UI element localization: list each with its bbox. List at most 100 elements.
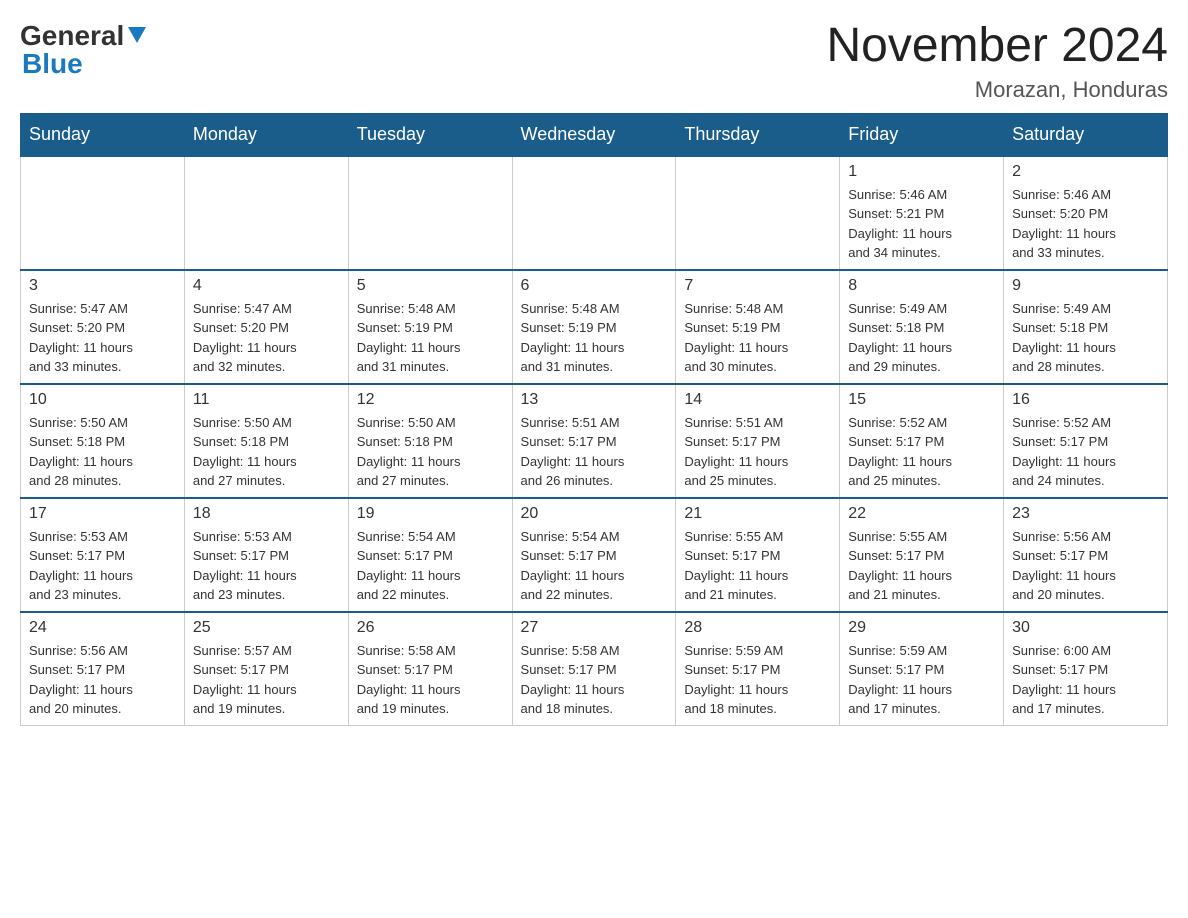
day-info: Sunrise: 5:54 AM Sunset: 5:17 PM Dayligh…: [521, 527, 668, 605]
day-info: Sunrise: 5:50 AM Sunset: 5:18 PM Dayligh…: [357, 413, 504, 491]
day-number: 24: [29, 619, 176, 637]
day-info: Sunrise: 5:51 AM Sunset: 5:17 PM Dayligh…: [521, 413, 668, 491]
day-info: Sunrise: 5:57 AM Sunset: 5:17 PM Dayligh…: [193, 641, 340, 719]
table-row: 5 Sunrise: 5:48 AM Sunset: 5:19 PM Daylig…: [348, 270, 512, 384]
table-row: 6 Sunrise: 5:48 AM Sunset: 5:19 PM Daylig…: [512, 270, 676, 384]
day-info: Sunrise: 5:52 AM Sunset: 5:17 PM Dayligh…: [848, 413, 995, 491]
day-number: 22: [848, 505, 995, 523]
header-wednesday: Wednesday: [512, 113, 676, 156]
table-row: 29Sunrise: 5:59 AM Sunset: 5:17 PM Dayli…: [840, 612, 1004, 726]
day-number: 12: [357, 391, 504, 409]
calendar-header: Sunday Monday Tuesday Wednesday Thursday…: [21, 113, 1168, 156]
day-number: 21: [684, 505, 831, 523]
day-info: Sunrise: 5:48 AM Sunset: 5:19 PM Dayligh…: [684, 299, 831, 377]
header-saturday: Saturday: [1004, 113, 1168, 156]
day-info: Sunrise: 5:48 AM Sunset: 5:19 PM Dayligh…: [521, 299, 668, 377]
day-number: 13: [521, 391, 668, 409]
day-number: 20: [521, 505, 668, 523]
day-number: 16: [1012, 391, 1159, 409]
day-number: 8: [848, 277, 995, 295]
day-info: Sunrise: 5:47 AM Sunset: 5:20 PM Dayligh…: [193, 299, 340, 377]
table-row: 23 Sunrise: 5:56 AM Sunset: 5:17 PM Dayli…: [1004, 498, 1168, 612]
header-monday: Monday: [184, 113, 348, 156]
day-number: 30: [1012, 619, 1159, 637]
title-area: November 2024 Morazan, Honduras: [826, 20, 1168, 103]
calendar-week-row: 10 Sunrise: 5:50 AM Sunset: 5:18 PM Dayli…: [21, 384, 1168, 498]
table-row: [21, 156, 185, 270]
calendar-body: 1Sunrise: 5:46 AM Sunset: 5:21 PM Daylig…: [21, 156, 1168, 726]
table-row: 30 Sunrise: 6:00 AM Sunset: 5:17 PM Dayli…: [1004, 612, 1168, 726]
day-number: 3: [29, 277, 176, 295]
table-row: 3Sunrise: 5:47 AM Sunset: 5:20 PM Daylig…: [21, 270, 185, 384]
day-number: 23: [1012, 505, 1159, 523]
table-row: [348, 156, 512, 270]
day-number: 4: [193, 277, 340, 295]
day-info: Sunrise: 5:50 AM Sunset: 5:18 PM Dayligh…: [193, 413, 340, 491]
day-number: 18: [193, 505, 340, 523]
table-row: 10Sunrise: 5:50 AM Sunset: 5:18 PM Dayli…: [21, 384, 185, 498]
table-row: 14 Sunrise: 5:51 AM Sunset: 5:17 PM Dayli…: [676, 384, 840, 498]
page-header: General Blue November 2024 Morazan, Hond…: [20, 20, 1168, 103]
subtitle: Morazan, Honduras: [826, 77, 1168, 103]
calendar-week-row: 24Sunrise: 5:56 AM Sunset: 5:17 PM Dayli…: [21, 612, 1168, 726]
day-info: Sunrise: 5:53 AM Sunset: 5:17 PM Dayligh…: [193, 527, 340, 605]
day-info: Sunrise: 5:51 AM Sunset: 5:17 PM Dayligh…: [684, 413, 831, 491]
logo: General Blue: [20, 20, 146, 80]
day-info: Sunrise: 5:59 AM Sunset: 5:17 PM Dayligh…: [684, 641, 831, 719]
header-sunday: Sunday: [21, 113, 185, 156]
day-number: 27: [521, 619, 668, 637]
day-number: 10: [29, 391, 176, 409]
table-row: 21Sunrise: 5:55 AM Sunset: 5:17 PM Dayli…: [676, 498, 840, 612]
day-number: 26: [357, 619, 504, 637]
table-row: 18 Sunrise: 5:53 AM Sunset: 5:17 PM Dayli…: [184, 498, 348, 612]
table-row: 12 Sunrise: 5:50 AM Sunset: 5:18 PM Dayli…: [348, 384, 512, 498]
table-row: [184, 156, 348, 270]
table-row: 25Sunrise: 5:57 AM Sunset: 5:17 PM Dayli…: [184, 612, 348, 726]
day-number: 6: [521, 277, 668, 295]
calendar-week-row: 17 Sunrise: 5:53 AM Sunset: 5:17 PM Dayli…: [21, 498, 1168, 612]
table-row: 17 Sunrise: 5:53 AM Sunset: 5:17 PM Dayli…: [21, 498, 185, 612]
table-row: 15 Sunrise: 5:52 AM Sunset: 5:17 PM Dayli…: [840, 384, 1004, 498]
table-row: 28Sunrise: 5:59 AM Sunset: 5:17 PM Dayli…: [676, 612, 840, 726]
weekday-header-row: Sunday Monday Tuesday Wednesday Thursday…: [21, 113, 1168, 156]
calendar-week-row: 1Sunrise: 5:46 AM Sunset: 5:21 PM Daylig…: [21, 156, 1168, 270]
logo-arrow-icon: [128, 27, 146, 48]
calendar-week-row: 3 Sunrise: 5:47 AM Sunset: 5:20 PM Daylig…: [21, 270, 1168, 384]
table-row: 19 Sunrise: 5:54 AM Sunset: 5:17 PM Dayli…: [348, 498, 512, 612]
day-info: Sunrise: 5:52 AM Sunset: 5:17 PM Dayligh…: [1012, 413, 1159, 491]
day-number: 17: [29, 505, 176, 523]
day-number: 5: [357, 277, 504, 295]
header-friday: Friday: [840, 113, 1004, 156]
table-row: 13 Sunrise: 5:51 AM Sunset: 5:17 PM Dayli…: [512, 384, 676, 498]
day-info: Sunrise: 5:56 AM Sunset: 5:17 PM Dayligh…: [1012, 527, 1159, 605]
day-info: Sunrise: 5:49 AM Sunset: 5:18 PM Dayligh…: [1012, 299, 1159, 377]
table-row: 26Sunrise: 5:58 AM Sunset: 5:17 PM Dayli…: [348, 612, 512, 726]
day-info: Sunrise: 5:46 AM Sunset: 5:20 PM Dayligh…: [1012, 185, 1159, 263]
table-row: 2 Sunrise: 5:46 AM Sunset: 5:20 PM Daylig…: [1004, 156, 1168, 270]
logo-blue-text: Blue: [22, 48, 83, 80]
table-row: 27Sunrise: 5:58 AM Sunset: 5:17 PM Dayli…: [512, 612, 676, 726]
day-number: 19: [357, 505, 504, 523]
day-info: Sunrise: 5:54 AM Sunset: 5:17 PM Dayligh…: [357, 527, 504, 605]
table-row: 11 Sunrise: 5:50 AM Sunset: 5:18 PM Dayli…: [184, 384, 348, 498]
day-number: 11: [193, 391, 340, 409]
table-row: 9 Sunrise: 5:49 AM Sunset: 5:18 PM Daylig…: [1004, 270, 1168, 384]
day-info: Sunrise: 6:00 AM Sunset: 5:17 PM Dayligh…: [1012, 641, 1159, 719]
day-number: 2: [1012, 163, 1159, 181]
table-row: 1Sunrise: 5:46 AM Sunset: 5:21 PM Daylig…: [840, 156, 1004, 270]
table-row: 16 Sunrise: 5:52 AM Sunset: 5:17 PM Dayli…: [1004, 384, 1168, 498]
calendar: Sunday Monday Tuesday Wednesday Thursday…: [20, 113, 1168, 726]
day-number: 7: [684, 277, 831, 295]
day-number: 9: [1012, 277, 1159, 295]
day-info: Sunrise: 5:49 AM Sunset: 5:18 PM Dayligh…: [848, 299, 995, 377]
day-info: Sunrise: 5:55 AM Sunset: 5:17 PM Dayligh…: [848, 527, 995, 605]
header-tuesday: Tuesday: [348, 113, 512, 156]
day-number: 15: [848, 391, 995, 409]
day-info: Sunrise: 5:46 AM Sunset: 5:21 PM Dayligh…: [848, 185, 995, 263]
table-row: 7 Sunrise: 5:48 AM Sunset: 5:19 PM Daylig…: [676, 270, 840, 384]
table-row: 24Sunrise: 5:56 AM Sunset: 5:17 PM Dayli…: [21, 612, 185, 726]
day-number: 29: [848, 619, 995, 637]
day-info: Sunrise: 5:53 AM Sunset: 5:17 PM Dayligh…: [29, 527, 176, 605]
day-info: Sunrise: 5:48 AM Sunset: 5:19 PM Dayligh…: [357, 299, 504, 377]
day-number: 14: [684, 391, 831, 409]
